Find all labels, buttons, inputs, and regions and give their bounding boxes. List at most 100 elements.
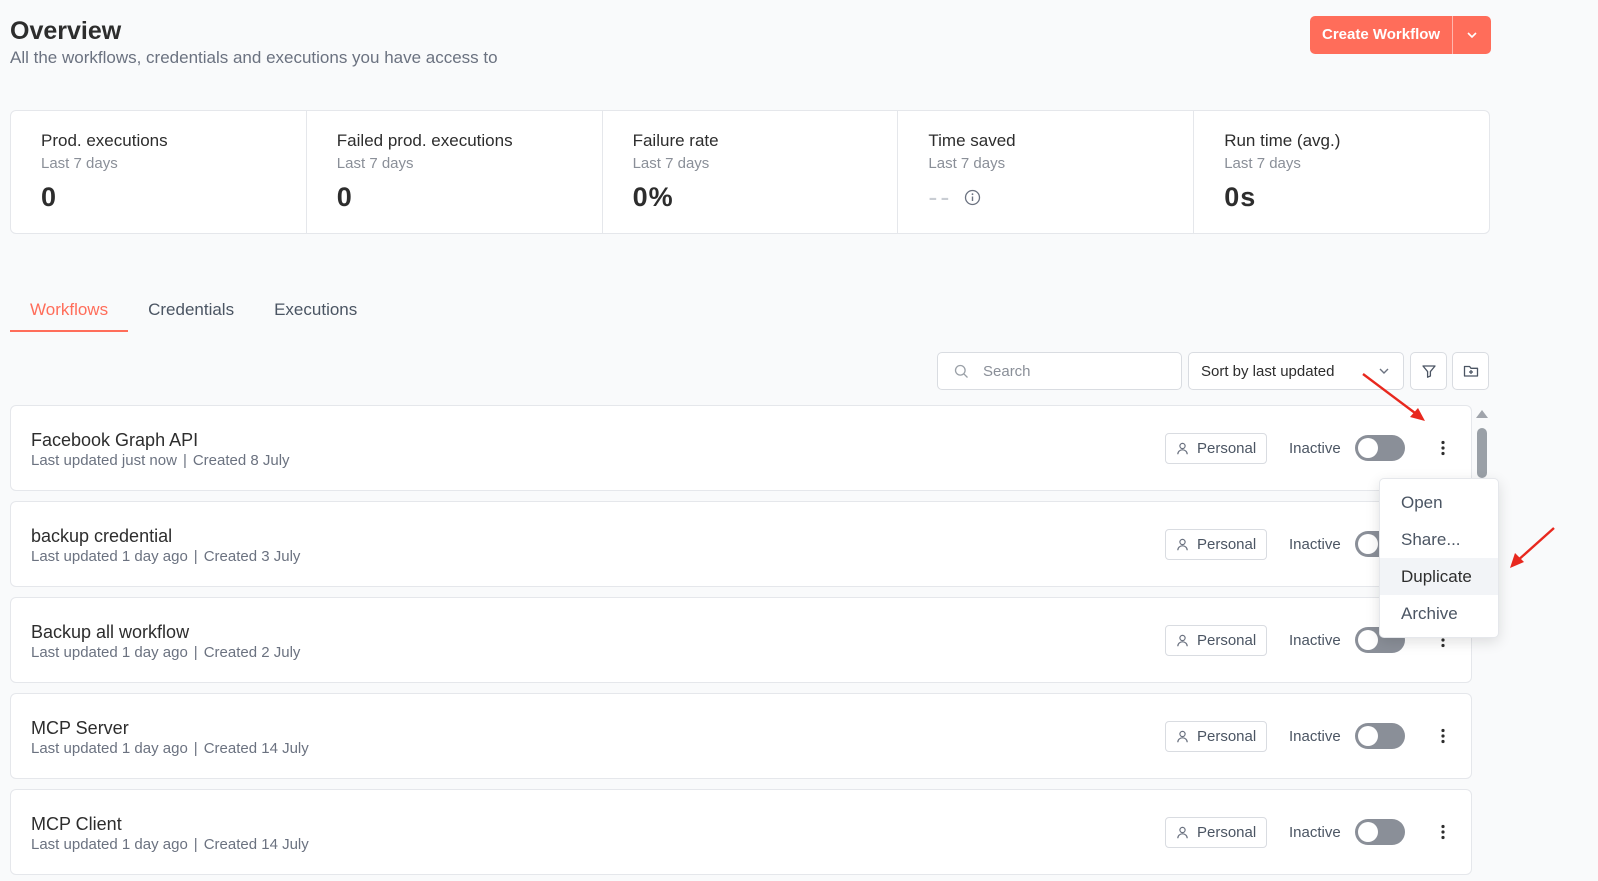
user-icon (1177, 730, 1188, 743)
workflow-list: Facebook Graph API Last updated just now |… (10, 405, 1472, 881)
workflow-status-label: Inactive (1289, 728, 1341, 745)
workflow-status-label: Inactive (1289, 536, 1341, 553)
workflow-name[interactable]: MCP Server (31, 718, 129, 739)
meta-separator: | (193, 740, 198, 757)
workflow-created: Created 14 July (203, 836, 309, 853)
insights-summary: Prod. executions Last 7 days 0 Failed pr… (10, 110, 1490, 234)
workflow-meta: Last updated just now | Created 8 July (31, 452, 290, 469)
tab-workflows[interactable]: Workflows (10, 296, 129, 332)
workflow-card[interactable]: MCP Client Last updated 1 day ago | Created… (10, 789, 1472, 875)
stat-prod-executions[interactable]: Prod. executions Last 7 days 0 (11, 111, 307, 233)
stat-title: Time saved (928, 131, 1016, 150)
page-title: Overview (10, 17, 122, 45)
workflow-meta: Last updated 1 day ago | Created 14 July (31, 740, 309, 757)
owner-label: Personal (1197, 632, 1257, 649)
stat-period: Last 7 days (928, 155, 1006, 172)
stat-failure-rate[interactable]: Failure rate Last 7 days 0% (603, 111, 899, 233)
user-icon (1177, 634, 1188, 647)
stat-title: Failure rate (632, 131, 719, 150)
chevron-down-icon (1379, 368, 1389, 374)
search-input[interactable] (983, 362, 1163, 380)
workflow-card[interactable]: Backup all workflow Last updated 1 day ag… (10, 597, 1472, 683)
user-icon (1177, 826, 1188, 839)
filter-button[interactable] (1410, 352, 1447, 390)
folder-plus-icon (1463, 365, 1478, 377)
stat-value: -- (928, 182, 953, 212)
more-vertical-icon (1441, 824, 1445, 840)
stat-value-row: -- (928, 182, 1163, 213)
workflow-actions-button[interactable] (1437, 724, 1449, 748)
scrollbar-thumb[interactable] (1477, 428, 1487, 478)
stat-period: Last 7 days (336, 155, 414, 172)
overview-tabs: Workflows Credentials Executions (10, 296, 377, 332)
workflow-card[interactable]: Facebook Graph API Last updated just now |… (10, 405, 1472, 491)
user-icon (1177, 538, 1188, 551)
stat-value: 0 (41, 182, 58, 212)
workflow-meta: Last updated 1 day ago | Created 3 July (31, 548, 300, 565)
more-vertical-icon (1441, 728, 1445, 744)
stat-period: Last 7 days (632, 155, 710, 172)
tab-executions[interactable]: Executions (254, 296, 377, 332)
workflow-active-toggle[interactable] (1355, 723, 1405, 749)
stat-time-saved[interactable]: Time saved Last 7 days -- (898, 111, 1195, 233)
workflow-actions-button[interactable] (1437, 436, 1449, 460)
workflow-created: Created 8 July (192, 452, 290, 469)
workflow-created: Created 3 July (203, 548, 301, 565)
owner-label: Personal (1197, 824, 1257, 841)
tab-credentials[interactable]: Credentials (128, 296, 254, 332)
scrollbar-up-arrow[interactable] (1476, 410, 1488, 418)
workflow-card[interactable]: backup credential Last updated 1 day ago |… (10, 501, 1472, 587)
create-workflow-dropdown[interactable] (1453, 16, 1491, 54)
workflow-name[interactable]: Facebook Graph API (31, 430, 198, 451)
meta-separator: | (182, 452, 187, 469)
workflow-name[interactable]: Backup all workflow (31, 622, 189, 643)
workflow-card[interactable]: MCP Server Last updated 1 day ago | Created… (10, 693, 1472, 779)
owner-label: Personal (1197, 728, 1257, 745)
owner-label: Personal (1197, 536, 1257, 553)
workflow-status-label: Inactive (1289, 440, 1341, 457)
create-workflow-button[interactable]: Create Workflow (1310, 16, 1454, 54)
workflow-created: Created 2 July (203, 644, 301, 661)
stat-run-time-avg[interactable]: Run time (avg.) Last 7 days 0s (1194, 111, 1489, 233)
stat-title: Failed prod. executions (336, 131, 513, 150)
menu-item-share[interactable]: Share... (1380, 521, 1498, 558)
annotation-arrow-to-duplicate (1510, 527, 1555, 568)
workflow-updated: Last updated 1 day ago (31, 644, 188, 661)
new-folder-button[interactable] (1452, 352, 1489, 390)
sort-select-value: Sort by last updated (1201, 362, 1335, 380)
owner-badge: Personal (1165, 721, 1268, 752)
workflow-active-toggle[interactable] (1355, 435, 1405, 461)
owner-badge: Personal (1165, 433, 1268, 464)
create-workflow-split-button: Create Workflow (1310, 16, 1492, 54)
menu-item-duplicate[interactable]: Duplicate (1380, 558, 1498, 595)
stat-period: Last 7 days (1224, 155, 1301, 172)
stat-period: Last 7 days (41, 155, 118, 172)
chevron-down-icon (1467, 32, 1477, 39)
sort-select[interactable]: Sort by last updated (1188, 352, 1404, 390)
workflow-name[interactable]: backup credential (31, 526, 172, 547)
workflow-meta: Last updated 1 day ago | Created 2 July (31, 644, 300, 661)
info-icon[interactable] (964, 189, 981, 206)
stat-title: Prod. executions (41, 131, 168, 150)
workflow-name[interactable]: MCP Client (31, 814, 122, 835)
workflow-updated: Last updated 1 day ago (31, 836, 188, 853)
stat-title: Run time (avg.) (1224, 131, 1341, 150)
owner-label: Personal (1197, 440, 1257, 457)
stat-value: 0% (632, 182, 674, 212)
meta-separator: | (193, 836, 198, 853)
stat-failed-prod-executions[interactable]: Failed prod. executions Last 7 days 0 (307, 111, 603, 233)
page-subtitle: All the workflows, credentials and execu… (10, 48, 498, 67)
workflow-updated: Last updated 1 day ago (31, 548, 188, 565)
more-vertical-icon (1441, 440, 1445, 456)
workflow-context-menu: Open Share... Duplicate Archive (1379, 478, 1499, 638)
workflow-active-toggle[interactable] (1355, 819, 1405, 845)
menu-item-archive[interactable]: Archive (1380, 595, 1498, 632)
search-box (937, 352, 1182, 390)
stat-value: 0s (1224, 182, 1257, 212)
search-icon (954, 364, 968, 378)
user-icon (1177, 442, 1188, 455)
workflow-actions-button[interactable] (1437, 820, 1449, 844)
menu-item-open[interactable]: Open (1380, 484, 1498, 521)
workflow-status-label: Inactive (1289, 824, 1341, 841)
workflow-status-label: Inactive (1289, 632, 1341, 649)
